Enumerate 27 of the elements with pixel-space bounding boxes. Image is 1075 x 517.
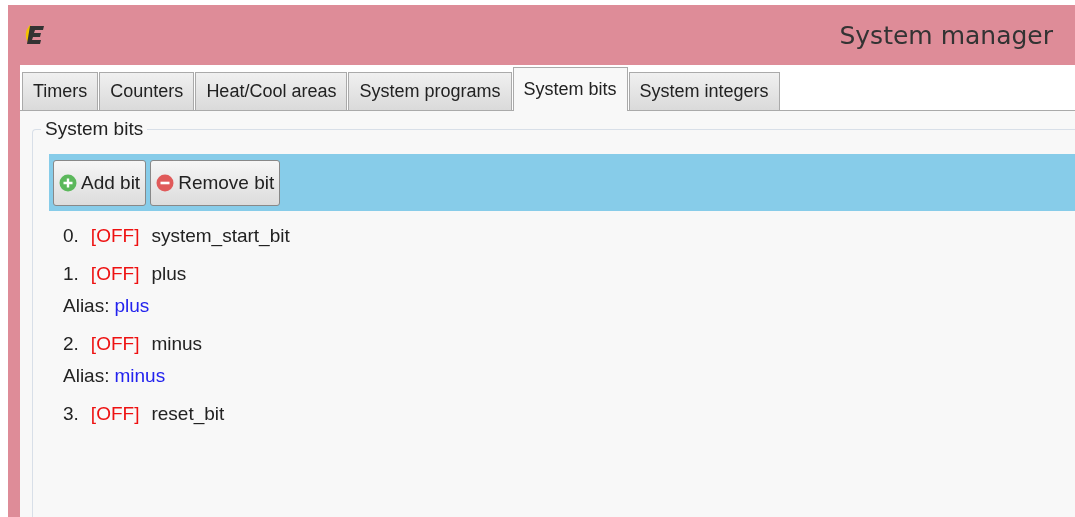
tab[interactable]: Timers <box>22 72 99 110</box>
alias-label: Alias: <box>63 295 110 317</box>
alias-value: minus <box>114 365 166 387</box>
alias-value: plus <box>114 295 150 317</box>
tab[interactable]: Heat/Cool areas <box>195 72 348 110</box>
bit-name: plus <box>151 263 187 285</box>
bit-state: [OFF] <box>90 403 140 425</box>
tab[interactable]: System integers <box>628 72 780 110</box>
bit-name: minus <box>151 333 203 355</box>
minus-icon <box>156 173 175 192</box>
alias-label: Alias: <box>63 365 110 387</box>
bit-state: [OFF] <box>90 263 140 285</box>
bit-index: 0. <box>63 225 79 247</box>
plus-icon <box>59 173 77 192</box>
tab[interactable]: System programs <box>348 72 512 110</box>
tab[interactable]: System bits <box>512 67 628 111</box>
tab[interactable]: Counters <box>99 72 195 110</box>
bit-index: 2. <box>63 333 79 355</box>
bit-state: [OFF] <box>90 333 140 355</box>
bit-name: reset_bit <box>151 403 225 425</box>
add-button[interactable]: Add bit <box>53 159 147 206</box>
window-title: System manager <box>839 20 1053 50</box>
bit-index: 3. <box>63 403 79 425</box>
remove-button[interactable]: Remove bit <box>150 159 281 206</box>
bit-name: system_start_bit <box>151 225 290 247</box>
bit-state: [OFF] <box>90 225 140 247</box>
bit-index: 1. <box>63 263 79 285</box>
